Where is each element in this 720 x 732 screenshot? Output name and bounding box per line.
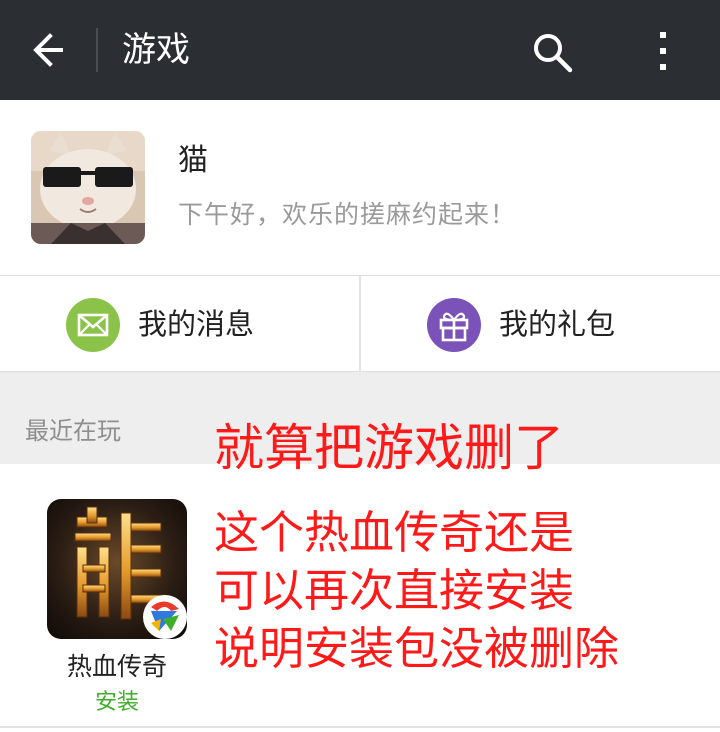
page-title: 游戏	[122, 30, 190, 70]
my-messages-label: 我的消息	[138, 307, 255, 341]
overlay-caption-line-2: 这个热血传奇还是	[214, 506, 575, 559]
mail-icon	[66, 298, 120, 352]
recent-label: 最近在玩	[25, 417, 121, 445]
more-vertical-icon[interactable]	[648, 28, 678, 74]
top-app-bar: 游戏	[0, 0, 720, 100]
my-gifts-label: 我的礼包	[499, 307, 616, 341]
profile-card[interactable]: 猫 下午好，欢乐的搓麻约起来！	[0, 100, 720, 276]
my-gifts-button[interactable]: 我的礼包	[361, 276, 720, 372]
overlay-caption-line-3: 可以再次直接安装	[214, 564, 575, 617]
overlay-caption-line-4: 说明安装包没被删除	[214, 622, 620, 675]
gift-icon	[427, 298, 481, 352]
overlay-caption-line-1: 就算把游戏删了	[214, 419, 564, 477]
game-name: 热血传奇	[66, 652, 167, 681]
profile-name: 猫	[178, 143, 208, 178]
my-messages-button[interactable]: 我的消息	[0, 276, 359, 372]
profile-greeting: 下午好，欢乐的搓麻约起来！	[178, 200, 517, 229]
quick-actions: 我的消息 我的礼包	[0, 276, 720, 372]
search-icon[interactable]	[530, 30, 574, 74]
list-divider	[0, 726, 720, 728]
header-divider	[96, 28, 98, 72]
dragon-game-icon[interactable]	[47, 499, 187, 639]
cat-sunglasses-avatar[interactable]	[31, 131, 145, 244]
arrow-left-icon[interactable]	[28, 30, 68, 70]
install-button[interactable]: 安装	[80, 688, 154, 718]
